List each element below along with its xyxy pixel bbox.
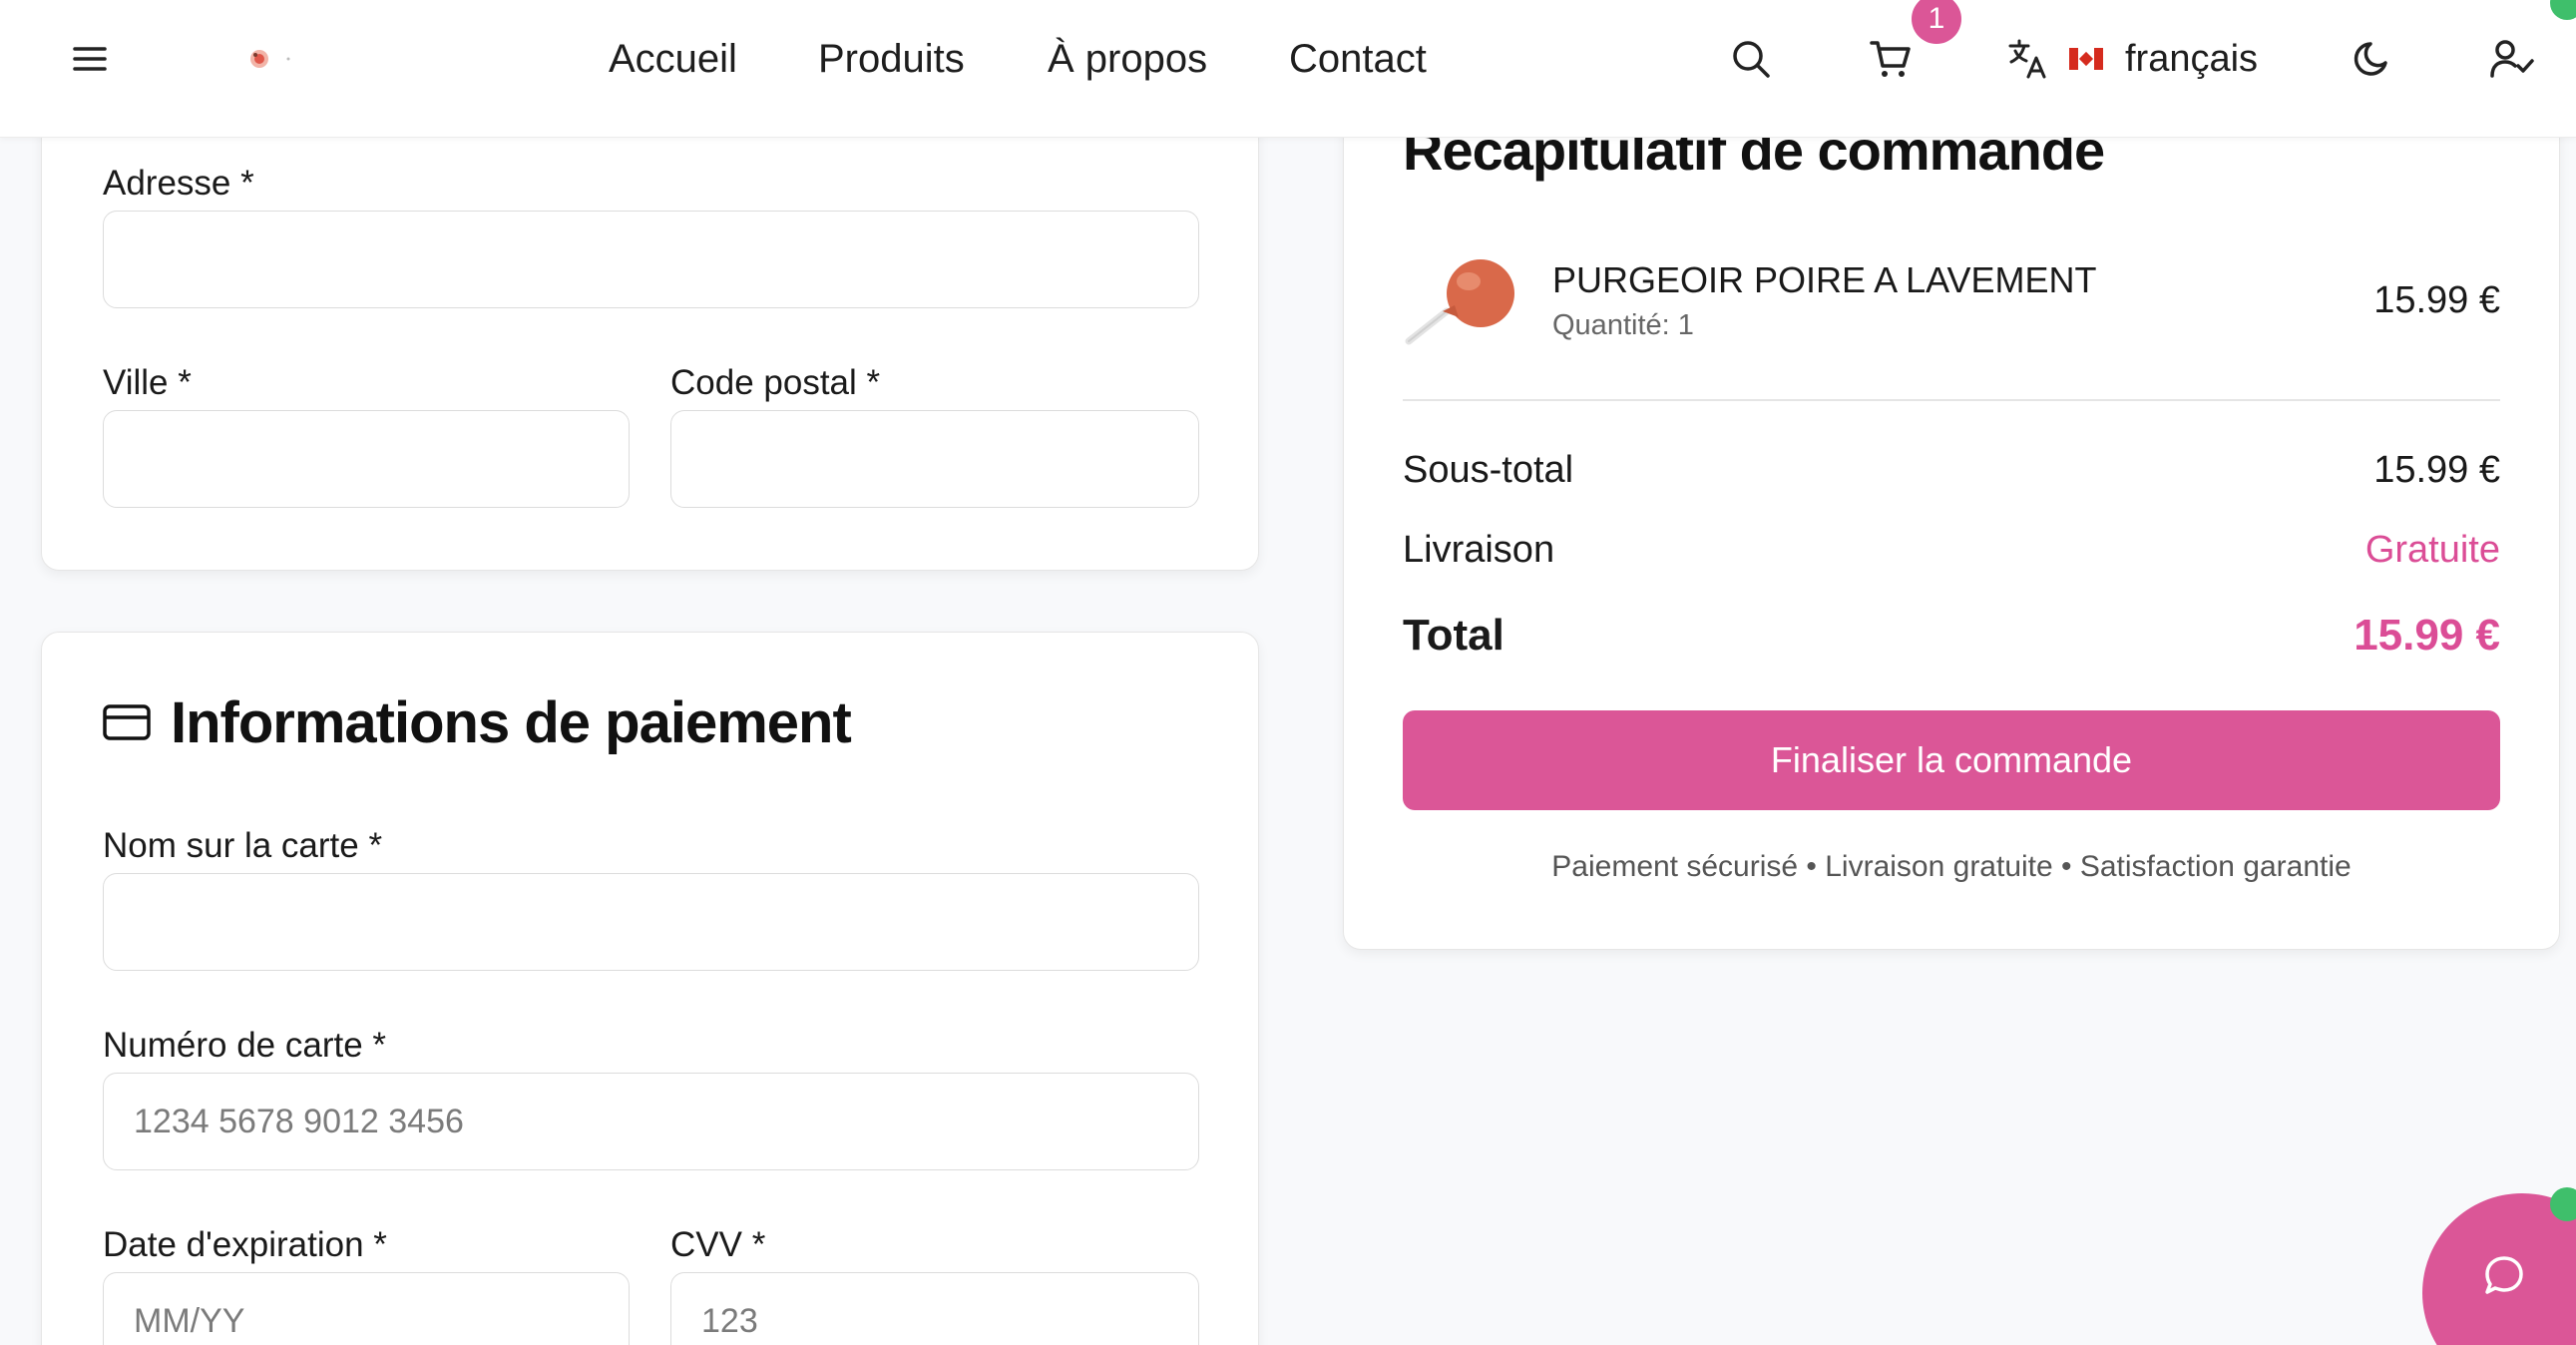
cvv-input[interactable] xyxy=(670,1272,1199,1345)
card-number-label: Numéro de carte * xyxy=(103,1026,387,1065)
total-row: Total 15.99 € xyxy=(1403,611,2500,661)
trust-badges-text: Paiement sécurisé • Livraison gratuite •… xyxy=(1551,850,2352,883)
nav-link-accueil[interactable]: Accueil xyxy=(609,0,737,118)
cart-item-name: PURGEOIR POIRE A LAVEMENT xyxy=(1552,259,2097,300)
summary-divider xyxy=(1403,399,2500,401)
cart-count-badge: 1 xyxy=(1912,0,1961,44)
card-number-input[interactable] xyxy=(103,1073,1199,1170)
checkout-button[interactable]: Finaliser la commande xyxy=(1403,710,2500,810)
flag-canada-icon xyxy=(2069,48,2103,70)
moon-icon[interactable] xyxy=(2353,0,2392,118)
city-input[interactable] xyxy=(103,410,630,508)
nav-link-a-propos[interactable]: À propos xyxy=(1048,0,1207,118)
chat-bubble-icon xyxy=(2482,1253,2526,1297)
language-label: français xyxy=(2125,37,2259,80)
menu-icon[interactable] xyxy=(72,0,108,118)
shipping-label: Livraison xyxy=(1403,529,1555,571)
chat-button[interactable] xyxy=(2422,1193,2576,1345)
address-label: Adresse * xyxy=(103,164,254,203)
expiry-input[interactable] xyxy=(103,1272,630,1345)
site-logo[interactable] xyxy=(245,0,291,118)
address-input[interactable] xyxy=(103,211,1199,308)
cart-item-price: 15.99 € xyxy=(2373,279,2500,321)
nav-link-produits[interactable]: Produits xyxy=(818,0,965,118)
city-label: Ville * xyxy=(103,363,192,402)
total-label: Total xyxy=(1403,611,1504,660)
cart-item-quantity: Quantité: 1 xyxy=(1552,309,1694,341)
postal-code-input[interactable] xyxy=(670,410,1199,508)
language-selector[interactable]: français xyxy=(2007,0,2258,118)
product-thumbnail xyxy=(1403,249,1532,349)
expiry-label: Date d'expiration * xyxy=(103,1225,387,1264)
chat-online-dot xyxy=(2550,1187,2576,1221)
shipping-value: Gratuite xyxy=(2364,529,2500,571)
top-navbar: Accueil Produits À propos Contact 1 fran… xyxy=(0,0,2576,138)
total-value: 15.99 € xyxy=(2354,611,2500,660)
order-summary-card xyxy=(1343,80,2560,950)
cart-icon[interactable] xyxy=(1870,0,1912,118)
cvv-label: CVV * xyxy=(670,1225,766,1264)
card-name-input[interactable] xyxy=(103,873,1199,971)
payment-section-title: Informations de paiement xyxy=(171,690,852,755)
search-icon[interactable] xyxy=(1731,0,1771,118)
credit-card-icon xyxy=(103,704,151,745)
nav-link-contact[interactable]: Contact xyxy=(1289,0,1427,118)
subtotal-row: Sous-total 15.99 € xyxy=(1403,449,2500,492)
postal-code-label: Code postal * xyxy=(670,363,881,402)
user-check-icon[interactable] xyxy=(2490,0,2534,118)
subtotal-value: 15.99 € xyxy=(2373,449,2500,491)
card-name-label: Nom sur la carte * xyxy=(103,826,383,865)
translate-icon xyxy=(2007,38,2049,80)
subtotal-label: Sous-total xyxy=(1403,449,1574,491)
shipping-row: Livraison Gratuite xyxy=(1403,529,2500,572)
